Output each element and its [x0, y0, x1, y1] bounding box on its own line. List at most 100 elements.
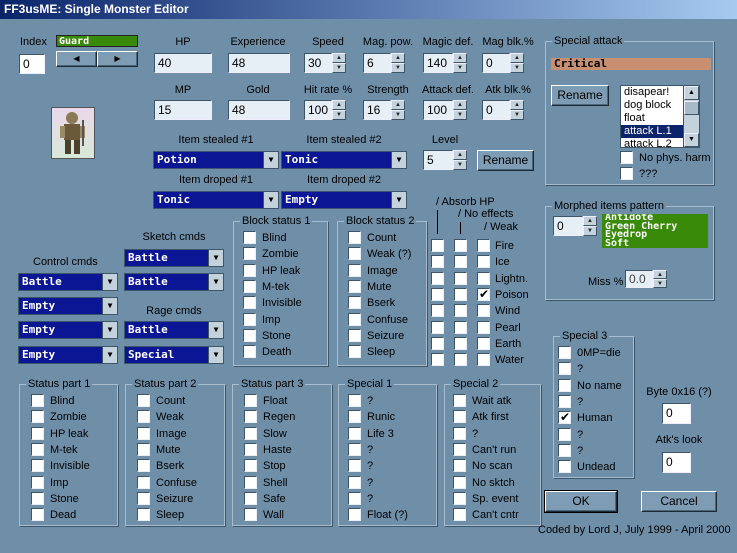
status3-checkbox[interactable] [244, 410, 257, 424]
level-input[interactable]: 5 [423, 150, 453, 170]
block2-checkbox[interactable] [348, 296, 361, 310]
status2-checkbox[interactable] [137, 426, 150, 440]
status3-checkbox[interactable] [244, 491, 257, 505]
control-cmd-3-dropdown[interactable]: Empty ▼ [18, 321, 118, 339]
block1-checkbox[interactable] [243, 312, 256, 326]
rename-attack-button[interactable]: Rename [551, 85, 609, 106]
morphed-pattern-input[interactable]: 0 [553, 216, 583, 236]
control-cmd-4-dropdown[interactable]: Empty ▼ [18, 346, 118, 364]
block2-checkbox[interactable] [348, 345, 361, 359]
status1-checkbox[interactable] [31, 394, 44, 407]
speed-input[interactable]: 30 [304, 53, 332, 73]
block2-checkbox[interactable] [348, 231, 361, 244]
strength-spinner[interactable]: ▲ ▼ [391, 100, 405, 120]
status2-checkbox[interactable] [137, 394, 150, 407]
status2-checkbox[interactable] [137, 459, 150, 473]
weak-checkbox[interactable] [477, 320, 490, 334]
block1-checkbox[interactable] [243, 279, 256, 293]
block2-checkbox[interactable] [348, 279, 361, 293]
sketch-cmd-1-dropdown[interactable]: Battle ▼ [124, 249, 224, 267]
status1-checkbox[interactable] [31, 442, 44, 456]
atk-blk-input[interactable]: 0 [482, 100, 510, 120]
hit-rate-spinner[interactable]: ▲ ▼ [332, 100, 346, 120]
atk-blk-spinner[interactable]: ▲ ▼ [510, 100, 524, 120]
special1-checkbox[interactable] [348, 491, 361, 505]
scroll-thumb[interactable] [684, 101, 699, 115]
stolen2-dropdown[interactable]: Tonic ▼ [281, 151, 407, 169]
strength-input[interactable]: 16 [363, 100, 391, 120]
weak-checkbox[interactable] [477, 255, 490, 269]
status1-checkbox[interactable] [31, 508, 44, 522]
rename-item-button[interactable]: Rename [477, 150, 534, 171]
next-monster-button[interactable]: ▶ [97, 51, 138, 67]
special2-checkbox[interactable] [453, 410, 466, 424]
scroll-up-icon[interactable]: ▲ [684, 86, 699, 100]
mp-input[interactable]: 15 [154, 100, 212, 120]
miss-spinner[interactable]: ▲ ▼ [653, 270, 667, 288]
dropped1-dropdown[interactable]: Tonic ▼ [153, 191, 279, 209]
absorb-checkbox[interactable] [431, 255, 444, 269]
mag-blk-spinner[interactable]: ▲ ▼ [510, 53, 524, 73]
mag-pow-input[interactable]: 6 [363, 53, 391, 73]
block2-checkbox[interactable] [348, 312, 361, 326]
special1-checkbox[interactable] [348, 475, 361, 489]
special2-checkbox[interactable] [453, 491, 466, 505]
special3-checkbox[interactable] [558, 443, 571, 457]
noeffect-checkbox[interactable] [454, 320, 467, 334]
special3-checkbox[interactable] [558, 378, 571, 392]
block1-checkbox[interactable] [243, 247, 256, 261]
noeffect-checkbox[interactable] [454, 271, 467, 285]
weak-checkbox[interactable] [477, 271, 490, 285]
byte-input[interactable]: 0 [662, 403, 691, 424]
block1-checkbox[interactable] [243, 328, 256, 342]
noeffect-checkbox[interactable] [454, 287, 467, 301]
special1-checkbox[interactable] [348, 426, 361, 440]
no-phys-harm-checkbox[interactable] [620, 151, 633, 164]
absorb-checkbox[interactable] [431, 336, 444, 350]
gold-input[interactable]: 48 [228, 100, 290, 120]
noeffect-checkbox[interactable] [454, 336, 467, 350]
control-cmd-1-dropdown[interactable]: Battle ▼ [18, 273, 118, 291]
status3-checkbox[interactable] [244, 459, 257, 473]
special-attack-scrollbar[interactable]: ▲ ▼ [683, 86, 699, 147]
weak-checkbox[interactable] [477, 304, 490, 318]
special1-checkbox[interactable] [348, 410, 361, 424]
special2-checkbox[interactable] [453, 459, 466, 473]
rage-cmd-1-dropdown[interactable]: Battle ▼ [124, 321, 224, 339]
status2-checkbox[interactable] [137, 491, 150, 505]
scroll-down-icon[interactable]: ▼ [684, 133, 699, 147]
block2-checkbox[interactable] [348, 263, 361, 277]
level-spinner[interactable]: ▲ ▼ [453, 150, 467, 170]
experience-input[interactable]: 48 [228, 53, 290, 73]
status3-checkbox[interactable] [244, 442, 257, 456]
noeffect-checkbox[interactable] [454, 255, 467, 269]
rage-cmd-2-dropdown[interactable]: Special ▼ [124, 346, 224, 364]
miss-input[interactable]: 0.0 [625, 270, 653, 288]
weak-checkbox[interactable] [477, 353, 490, 367]
speed-spinner[interactable]: ▲ ▼ [332, 53, 346, 73]
block2-checkbox[interactable] [348, 328, 361, 342]
special3-checkbox[interactable] [558, 362, 571, 376]
morphed-pattern-spinner[interactable]: ▲ ▼ [583, 216, 597, 236]
stolen1-dropdown[interactable]: Potion ▼ [153, 151, 279, 169]
dropped2-dropdown[interactable]: Empty ▼ [281, 191, 407, 209]
absorb-checkbox[interactable] [431, 320, 444, 334]
special2-checkbox[interactable] [453, 508, 466, 522]
magic-def-input[interactable]: 140 [423, 53, 453, 73]
atk-look-input[interactable]: 0 [662, 452, 691, 473]
absorb-checkbox[interactable] [431, 304, 444, 318]
control-cmd-2-dropdown[interactable]: Empty ▼ [18, 297, 118, 315]
special-attack-item[interactable]: attack L.1 [621, 125, 683, 138]
status2-checkbox[interactable] [137, 508, 150, 522]
noeffect-checkbox[interactable] [454, 239, 467, 252]
special2-checkbox[interactable] [453, 426, 466, 440]
status1-checkbox[interactable] [31, 491, 44, 505]
status3-checkbox[interactable] [244, 394, 257, 407]
absorb-checkbox[interactable] [431, 271, 444, 285]
block1-checkbox[interactable] [243, 296, 256, 310]
sketch-cmd-2-dropdown[interactable]: Battle ▼ [124, 273, 224, 291]
attack-def-spinner[interactable]: ▲ ▼ [453, 100, 467, 120]
absorb-checkbox[interactable] [431, 287, 444, 301]
mag-pow-spinner[interactable]: ▲ ▼ [391, 53, 405, 73]
status2-checkbox[interactable] [137, 442, 150, 456]
